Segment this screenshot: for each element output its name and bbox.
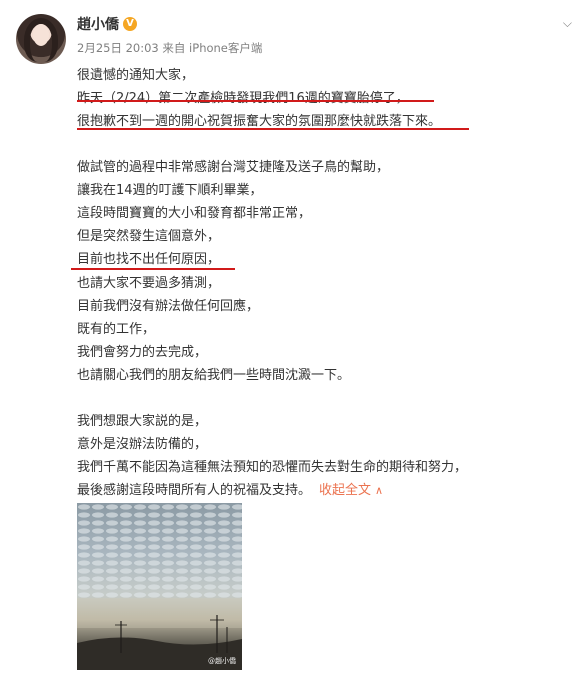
post-photo[interactable]: @趙小僑 bbox=[77, 503, 242, 670]
post-line: 既有的工作， bbox=[77, 322, 156, 338]
post-date[interactable]: 2月25日 20:03 bbox=[77, 41, 159, 55]
post-line: 但是突然發生這個意外， bbox=[77, 229, 221, 245]
post-line: 也請關心我們的朋友給我們一些時間沈澱一下。 bbox=[77, 368, 351, 384]
post-source: 来自 iPhone客户端 bbox=[162, 41, 263, 55]
post-line: 很抱歉不到一週的開心祝賀振奮大家的氛圍那麼快就跌落下來。 bbox=[77, 114, 442, 130]
post-line: 很遺憾的通知大家， bbox=[77, 68, 195, 83]
post-line: 我們會努力的去完成， bbox=[77, 345, 208, 361]
red-underline bbox=[77, 100, 434, 102]
red-underline bbox=[71, 268, 235, 270]
post-line: 讓我在14週的叮護下順利畢業， bbox=[77, 182, 263, 198]
post-line: 也請大家不要過多猜測， bbox=[77, 275, 221, 291]
verified-icon: V bbox=[123, 17, 137, 31]
chevron-up-icon[interactable]: ∧ bbox=[375, 484, 383, 497]
post-line: 目前我們沒有辦法做任何回應， bbox=[77, 298, 260, 314]
post-meta: 2月25日 20:03 来自 iPhone客户端 bbox=[77, 40, 262, 56]
post-line: 意外是沒辦法防備的， bbox=[77, 436, 208, 452]
red-underline bbox=[77, 128, 469, 130]
more-options-chevron-down-icon[interactable]: ⌵ bbox=[563, 16, 572, 31]
username-row: 趙小僑 V bbox=[77, 14, 137, 34]
post-line: 我們千萬不能因為這種無法預知的恐懼而失去對生命的期待和努力， bbox=[77, 460, 468, 476]
post-line: 做試管的過程中非常感謝台灣艾捷隆及送子鳥的幫助， bbox=[77, 159, 390, 175]
username[interactable]: 趙小僑 bbox=[77, 14, 119, 34]
post-line-last: 最後感謝這段時間所有人的祝福及支持。 收起全文 ∧ bbox=[77, 479, 577, 502]
sky-photo-illustration bbox=[77, 503, 242, 670]
post-line: 這段時間寶寶的大小和發育都非常正常， bbox=[77, 206, 312, 222]
post-line: 最後感謝這段時間所有人的祝福及支持。 bbox=[77, 483, 312, 499]
photo-watermark: @趙小僑 bbox=[208, 657, 236, 665]
post-line: 昨天（2/24）第二次產檢時發現我們16週的寶寶胎停了， bbox=[77, 91, 409, 107]
post-line: 我們想跟大家説的是， bbox=[77, 413, 208, 429]
collapse-text-link[interactable]: 收起全文 bbox=[319, 483, 371, 498]
avatar-face bbox=[33, 24, 49, 46]
avatar[interactable] bbox=[16, 14, 66, 64]
